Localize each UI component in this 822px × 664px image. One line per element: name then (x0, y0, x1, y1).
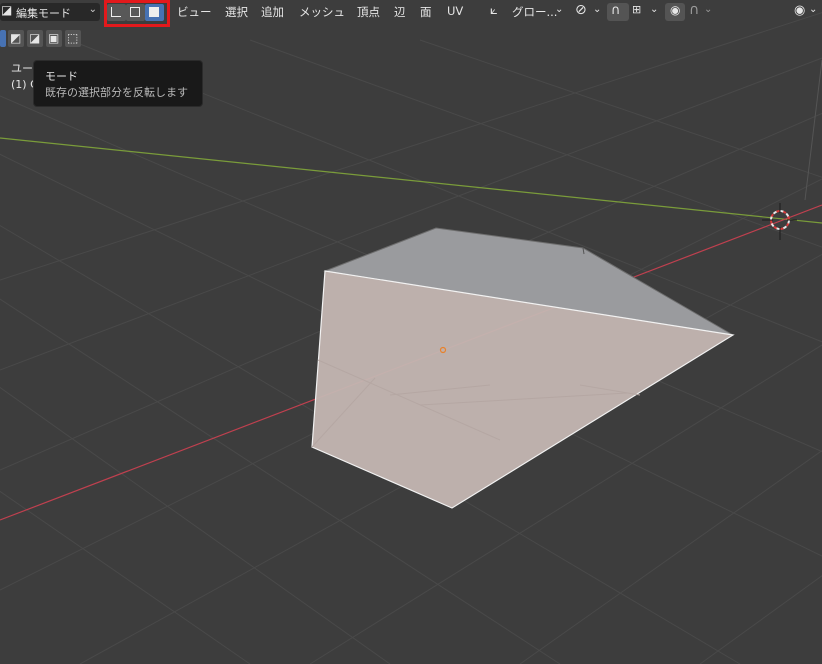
vertex-select-icon (111, 7, 121, 17)
orientation-axes-icon: ⟀ (490, 3, 498, 18)
transform-orientation-dropdown[interactable]: ⟀ グロー... ⌄ (488, 3, 565, 21)
chevron-down-icon: ⌄ (88, 4, 97, 15)
tooltip-title: モード (45, 70, 78, 83)
subtract-select-icon: ◪ (29, 31, 41, 45)
select-subtract-button[interactable]: ◪ (27, 30, 43, 47)
falloff-curve-icon: ∩ (689, 2, 700, 18)
chevron-down-icon: ⌄ (809, 4, 818, 15)
select-set-button[interactable] (0, 30, 6, 47)
magnet-icon: ∩ (611, 3, 621, 18)
orientation-label: グロー... (512, 5, 558, 19)
snap-target-dropdown[interactable]: ⊞ ⌄ (630, 3, 660, 21)
chevron-down-icon: ⌄ (555, 4, 564, 15)
proportional-edit-icon: ◉ (670, 3, 681, 17)
extend-select-icon: ◩ (10, 31, 22, 45)
menu-face[interactable]: 面 (420, 4, 432, 20)
vertex-select-button[interactable] (107, 4, 126, 21)
select-extend-button[interactable]: ◩ (8, 30, 24, 47)
eye-icon: ◉ (794, 3, 806, 18)
menu-vertex[interactable]: 頂点 (357, 4, 380, 20)
snap-increment-icon: ⊞ (632, 3, 642, 16)
chevron-down-icon: ⌄ (650, 4, 659, 15)
chevron-down-icon: ⌄ (593, 4, 602, 15)
falloff-dropdown[interactable]: ∩ ⌄ (687, 2, 717, 21)
invert-select-icon: ▣ (48, 31, 60, 45)
edge-select-icon (130, 7, 140, 17)
edge-select-button[interactable] (126, 4, 145, 21)
snap-toggle[interactable]: ∩ (607, 3, 629, 21)
menu-select[interactable]: 選択 (225, 4, 248, 20)
chevron-down-icon: ⌄ (704, 4, 713, 15)
tooltip-description: 既存の選択部分を反転します (45, 86, 188, 99)
intersect-select-icon: ⬚ (67, 31, 79, 45)
select-invert-button[interactable]: ▣ (46, 30, 62, 47)
object-visibility-dropdown[interactable]: ◉ ⌄ (792, 3, 822, 21)
mode-label: 編集モード (16, 7, 71, 20)
menu-edge[interactable]: 辺 (394, 4, 406, 20)
menu-add[interactable]: 追加 (261, 4, 284, 20)
face-select-icon (149, 7, 159, 17)
menu-mesh[interactable]: メッシュ (299, 4, 345, 20)
view-name-text: ユー (11, 62, 33, 75)
menu-uv[interactable]: UV (447, 4, 463, 18)
cube-edit-icon: ◪ (1, 3, 13, 17)
select-intersect-button[interactable]: ⬚ (65, 30, 81, 47)
pivot-link-icon: ⊘ (575, 2, 587, 18)
face-select-button[interactable] (145, 4, 164, 21)
tooltip: モード 既存の選択部分を反転します (33, 60, 203, 107)
proportional-edit-toggle[interactable]: ◉ (665, 3, 685, 21)
mode-dropdown[interactable]: ◪ 編集モード ⌄ (0, 3, 100, 21)
pivot-point-dropdown[interactable]: ⊘ ⌄ (573, 2, 603, 21)
menu-view[interactable]: ビュー (177, 4, 212, 20)
viewport-header: ◪ 編集モード ⌄ ビュー 選択 追加 メッシュ 頂点 辺 面 UV ⟀ グロー… (0, 0, 822, 27)
